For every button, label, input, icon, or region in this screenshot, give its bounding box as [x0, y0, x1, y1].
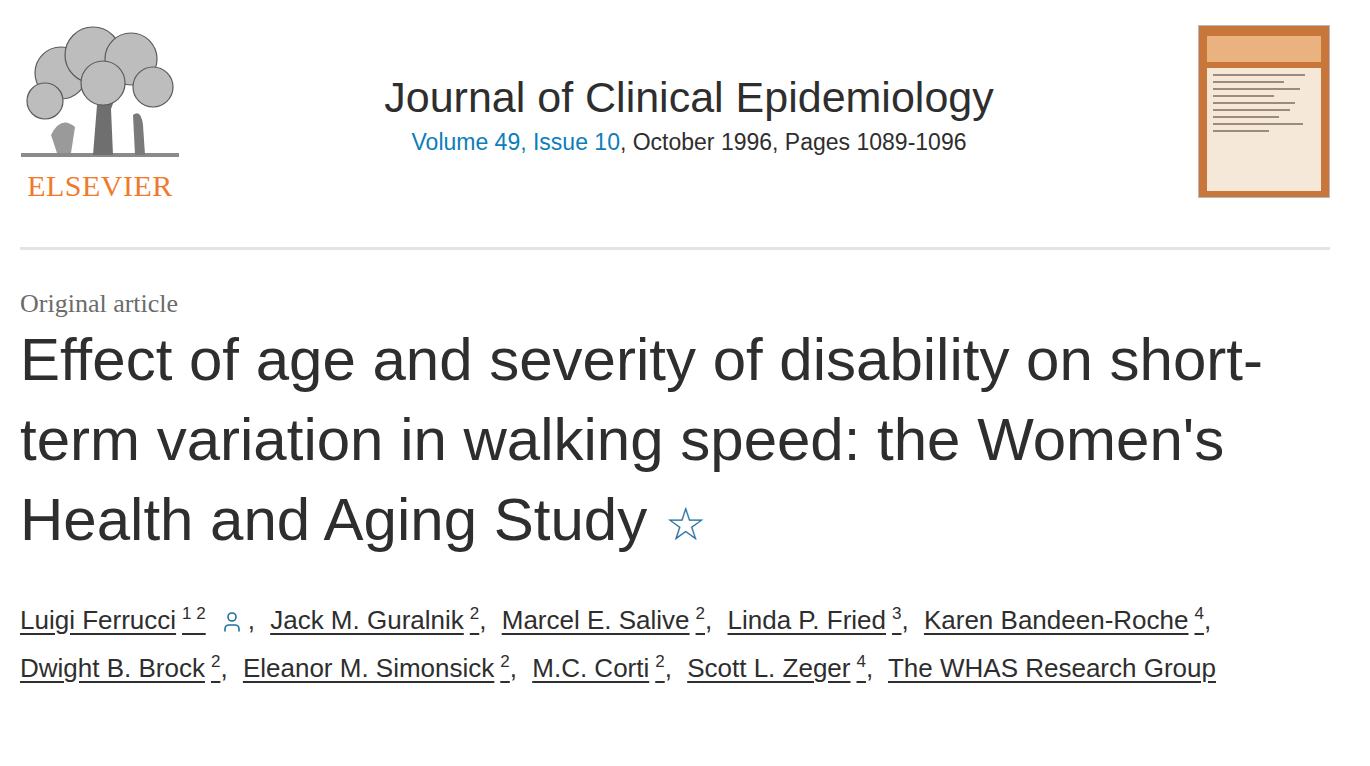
elsevier-tree-icon: [21, 25, 179, 165]
article-type: Original article: [20, 288, 1330, 320]
author: Linda P. Fried3,: [728, 605, 917, 635]
author: Eleanor M. Simonsick2,: [243, 653, 525, 683]
author: Luigi Ferrucci1 2,: [20, 605, 263, 635]
journal-info: Journal of Clinical Epidemiology Volume 4…: [180, 25, 1198, 157]
author-link[interactable]: Karen Bandeen-Roche4: [924, 605, 1204, 635]
author-link[interactable]: Linda P. Fried3: [728, 605, 902, 635]
cover-band: [1207, 36, 1321, 62]
header-divider: [20, 247, 1330, 250]
issue-link[interactable]: Volume 49, Issue 10: [412, 129, 620, 155]
author-affiliations: 2: [211, 652, 220, 671]
author-affiliations: 2: [696, 604, 705, 623]
cover-line: [1213, 130, 1269, 132]
cover-line: [1213, 109, 1290, 111]
article-title: Effect of age and severity of disability…: [20, 320, 1330, 564]
publisher-name: ELSEVIER: [27, 169, 173, 203]
issue-line: Volume 49, Issue 10, October 1996, Pages…: [412, 127, 967, 157]
cover-line: [1213, 102, 1295, 104]
author: Jack M. Guralnik2,: [270, 605, 494, 635]
cover-panel: [1207, 68, 1321, 191]
author-separator: ,: [479, 605, 486, 635]
cover-line: [1213, 74, 1305, 76]
cover-line: [1213, 88, 1300, 90]
author-link[interactable]: Jack M. Guralnik2: [270, 605, 479, 635]
cover-line: [1213, 81, 1284, 83]
author-separator: ,: [866, 653, 873, 683]
author-affiliations: 2: [470, 604, 479, 623]
cover-line: [1213, 123, 1303, 125]
journal-title[interactable]: Journal of Clinical Epidemiology: [384, 71, 993, 123]
author-separator: ,: [248, 605, 255, 635]
author-affiliations: 4: [857, 652, 866, 671]
author-affiliations: 1 2: [182, 604, 206, 623]
author: M.C. Corti2,: [532, 653, 680, 683]
issue-details: , October 1996, Pages 1089-1096: [620, 129, 967, 155]
author-link[interactable]: Scott L. Zeger4: [687, 653, 866, 683]
article-page: ELSEVIERJournal of Clinical Epidemiology…: [0, 0, 1370, 766]
author: Marcel E. Salive2,: [502, 605, 721, 635]
author-affiliations: 4: [1194, 604, 1203, 623]
author-link[interactable]: Dwight B. Brock2: [20, 653, 220, 683]
author: Karen Bandeen-Roche4,: [924, 605, 1219, 635]
author-link[interactable]: Luigi Ferrucci1 2: [20, 605, 206, 635]
cover-line: [1213, 116, 1279, 118]
author-separator: ,: [220, 653, 227, 683]
cover-line: [1213, 95, 1274, 97]
author-affiliations: 2: [500, 652, 509, 671]
author-link[interactable]: M.C. Corti2: [532, 653, 664, 683]
author: The WHAS Research Group: [888, 653, 1224, 683]
corresponding-author-icon[interactable]: [220, 610, 244, 634]
author-separator: ,: [901, 605, 908, 635]
author-affiliations: 2: [655, 652, 664, 671]
author: Scott L. Zeger4,: [687, 653, 881, 683]
author-separator: ,: [665, 653, 672, 683]
author-link[interactable]: The WHAS Research Group: [888, 653, 1216, 683]
title-note[interactable]: ☆: [665, 498, 706, 550]
journal-header: ELSEVIERJournal of Clinical Epidemiology…: [20, 25, 1330, 203]
author-separator: ,: [1204, 605, 1211, 635]
author-separator: ,: [510, 653, 517, 683]
journal-cover[interactable]: [1198, 25, 1330, 198]
publisher-logo[interactable]: ELSEVIER: [20, 25, 180, 203]
author-link[interactable]: Marcel E. Salive2: [502, 605, 705, 635]
author-list: Luigi Ferrucci1 2, Jack M. Guralnik2, Ma…: [20, 596, 1340, 692]
author: Dwight B. Brock2,: [20, 653, 236, 683]
author-separator: ,: [705, 605, 712, 635]
author-affiliations: 3: [892, 604, 901, 623]
author-link[interactable]: Eleanor M. Simonsick2: [243, 653, 510, 683]
